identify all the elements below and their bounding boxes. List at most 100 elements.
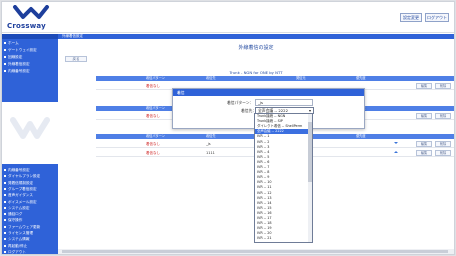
sidebar-item[interactable]: ログアウト (2, 249, 58, 254)
sidebar-item[interactable]: システム設定 (2, 205, 58, 211)
sidebar-item-label: 通話ログ (8, 212, 23, 217)
col-priority: 優先度 (356, 76, 366, 80)
bullet-icon (4, 56, 6, 58)
table-header-ngn: 着信パターン 着信先 発信元 優先度 (96, 76, 454, 81)
bullet-icon (4, 250, 6, 253)
bullet-icon (4, 225, 6, 228)
sidebar-item[interactable]: ライセンス管理 (2, 230, 58, 236)
bullet-icon (4, 238, 6, 241)
pattern-input[interactable]: _js (255, 99, 313, 106)
bullet-icon (4, 181, 6, 184)
sidebar-item[interactable]: 発着信規制設定 (2, 180, 58, 186)
bullet-icon (4, 187, 6, 190)
row-pattern: 着信なし (146, 84, 160, 88)
sidebar-item[interactable]: ホーム (2, 40, 58, 46)
row-pattern: 着信なし (146, 142, 160, 146)
sidebar-item[interactable]: 再起動/停止 (2, 243, 58, 249)
sidebar-item[interactable]: 内線番号設定 (2, 68, 58, 74)
sidebar: ホーム ゲートウェイ設定 回線設定 外線着信設定 内線番号設定 内線番号設定 ダイヤルプラ… (2, 34, 58, 254)
bullet-icon (4, 175, 6, 178)
page-title: 外線着信の設定 (238, 45, 274, 51)
edit-button[interactable]: 編集 (416, 141, 432, 147)
delete-button[interactable]: 削除 (435, 150, 451, 156)
bullet-icon (4, 63, 6, 65)
delete-button[interactable]: 削除 (435, 113, 451, 119)
sidebar-item[interactable]: グループ着信設定 (2, 186, 58, 192)
pattern-label: 着信パターン： (227, 100, 254, 105)
col-target: 着信先 (206, 76, 216, 80)
breadcrumb: 外線着信設定 (62, 34, 83, 38)
sidebar-item-label: 外線着信設定 (8, 62, 30, 66)
bullet-icon (4, 42, 6, 44)
bullet-icon (4, 49, 6, 51)
bullet-icon (4, 244, 6, 247)
sidebar-item-label: 内線番号設定 (8, 69, 30, 73)
row-pattern: 着信なし (146, 151, 160, 155)
horizontal-scroll-thumb[interactable] (62, 250, 448, 253)
sidebar-item[interactable]: ファームウェア更新 (2, 224, 58, 230)
delete-button[interactable]: 削除 (435, 141, 451, 147)
delete-button[interactable]: 削除 (435, 83, 451, 89)
logout-button[interactable]: ログアウト (425, 13, 449, 22)
sidebar-item[interactable]: 回線設定 (2, 54, 58, 60)
back-button[interactable]: 戻る (65, 56, 87, 62)
sidebar-item[interactable]: 通話ログ (2, 211, 58, 217)
sidebar-item[interactable]: ゲートウェイ設定 (2, 47, 58, 53)
settings-button[interactable]: 設定変更 (400, 13, 422, 22)
col-pattern: 着信パターン (146, 106, 165, 110)
sidebar-item-label: 再起動/停止 (8, 243, 28, 248)
row-pattern: 着信なし (146, 114, 160, 118)
dialog-titlebar: 着信 × (173, 89, 364, 96)
col-priority: 優先度 (356, 134, 366, 138)
bullet-icon (4, 206, 6, 209)
watermark-logo-icon (10, 117, 50, 139)
dropdown-scroll-thumb[interactable] (308, 122, 312, 182)
sidebar-item-label: 発着信規制設定 (8, 180, 34, 185)
section-title-ngn: Trunk - NGN for ONE by NTT (229, 70, 283, 75)
sidebar-item-label: 内線番号設定 (8, 168, 30, 172)
sidebar-item[interactable]: システム情報 (2, 236, 58, 242)
bullet-icon (4, 70, 6, 72)
horizontal-scrollbar[interactable] (58, 249, 454, 254)
row-target: _js (206, 142, 211, 146)
dropdown-scrollbar[interactable] (308, 114, 312, 242)
sidebar-item-label: ホーム (8, 41, 19, 45)
sidebar-item[interactable]: ダイヤルプラン設定 (2, 173, 58, 179)
close-icon[interactable]: × (177, 89, 361, 96)
dropdown-option[interactable]: IVR -- 21 (255, 236, 308, 241)
crossway-logo-icon[interactable] (11, 5, 51, 21)
bullet-icon (4, 194, 6, 197)
chevron-down-icon (309, 110, 311, 112)
target-dropdown-list[interactable]: Trunk接続 -- NGN Trunk接続 -- SIP ダイレクト着信 -- S… (254, 113, 313, 243)
sidebar-item[interactable]: 保守操作 (2, 217, 58, 223)
sidebar-item[interactable]: 外線着信設定 (2, 61, 58, 67)
sidebar-item-label: ログアウト (8, 249, 26, 254)
col-pattern: 着信パターン (146, 76, 165, 80)
col-pattern: 着信パターン (146, 134, 165, 138)
sidebar-item-label: システム設定 (8, 205, 30, 210)
sidebar-item-label: システム情報 (8, 237, 30, 242)
brand-name: Crossway (7, 22, 46, 30)
sort-down-icon[interactable] (394, 142, 398, 144)
bullet-icon (4, 232, 6, 234)
row-target: 1111 (206, 151, 215, 155)
edit-button[interactable]: 編集 (416, 150, 432, 156)
sort-up-icon[interactable] (394, 151, 398, 153)
sidebar-item-label: ファームウェア更新 (8, 224, 41, 229)
bullet-icon (4, 200, 6, 203)
bullet-icon (4, 219, 6, 222)
app-window: Crossway 設定変更 ログアウト ホーム ゲートウェイ設定 回線設定 外線着信設… (1, 1, 455, 255)
edit-button[interactable]: 編集 (416, 113, 432, 119)
sidebar-item[interactable]: ボイスメール設定 (2, 199, 58, 205)
breadcrumb-bar: 外線着信設定 (58, 34, 454, 39)
top-header: Crossway 設定変更 ログアウト (2, 2, 454, 33)
sidebar-item-label: 音声ガイダンス (8, 193, 33, 198)
edit-button[interactable]: 編集 (416, 83, 432, 89)
sidebar-top-strip (2, 34, 58, 39)
sidebar-item[interactable]: 内線番号設定 (2, 167, 58, 173)
bullet-icon (4, 213, 6, 216)
sidebar-item-label: ボイスメール設定 (8, 199, 37, 204)
sidebar-item[interactable]: 音声ガイダンス (2, 192, 58, 198)
sidebar-item-label: ゲートウェイ設定 (8, 48, 37, 52)
sidebar-item-label: 回線設定 (8, 55, 23, 59)
